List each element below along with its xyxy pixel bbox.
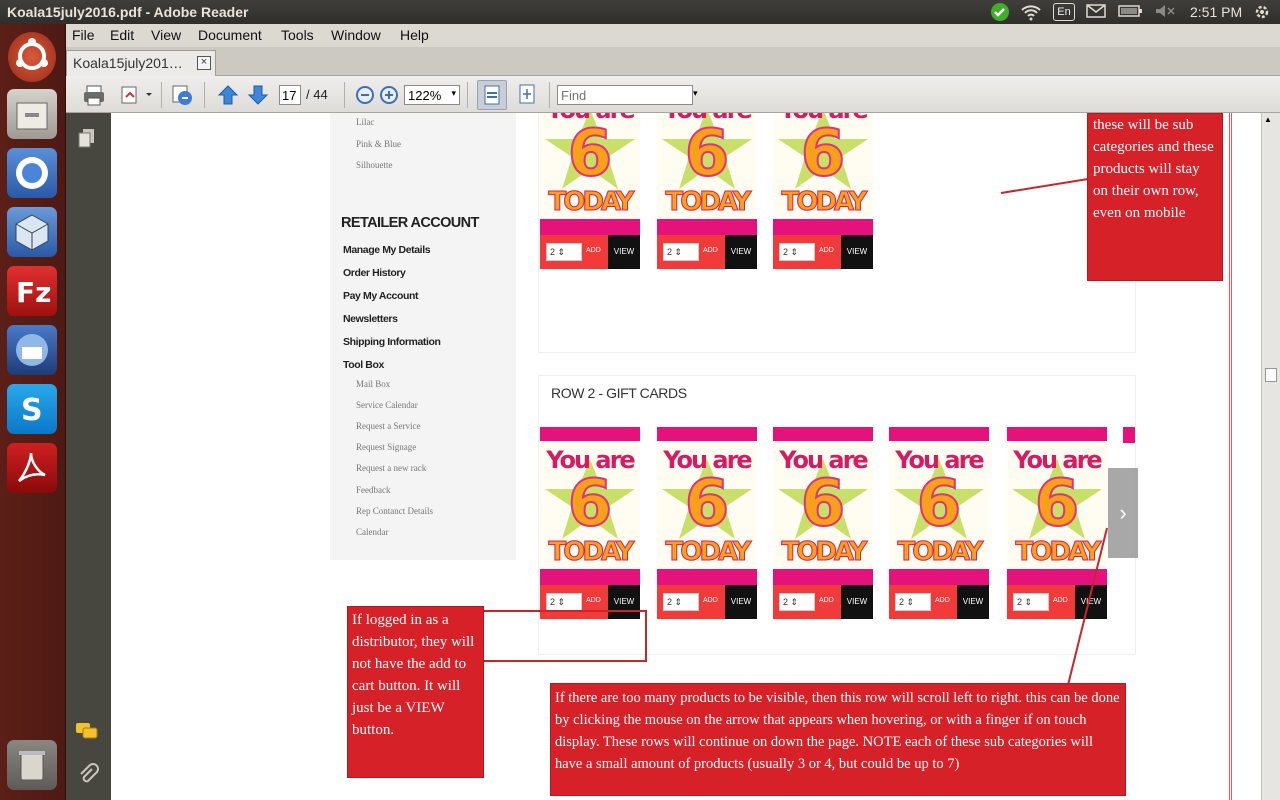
settings-gear-icon[interactable] (1253, 3, 1273, 21)
svg-text:Fz: Fz (16, 276, 51, 309)
annotation-note-scroll: If there are too many products to be vis… (550, 683, 1126, 796)
keyboard-layout-indicator[interactable]: En (1053, 3, 1075, 21)
navigation-pane (66, 113, 111, 800)
attachments-paperclip-icon[interactable] (77, 761, 99, 788)
page-total-label: / 44 (306, 87, 328, 102)
fit-width-icon[interactable] (477, 80, 507, 110)
vertical-scrollbar[interactable]: ▲ (1261, 113, 1280, 800)
zoom-out-icon[interactable] (353, 83, 377, 107)
page-thumbnails-icon[interactable] (77, 127, 97, 152)
fit-page-icon[interactable] (515, 82, 539, 106)
find-dropdown-icon[interactable]: ▾ (693, 88, 698, 99)
zoom-level-select[interactable]: 122% ▾ (404, 85, 460, 105)
launcher: Fz S (0, 24, 66, 800)
document-tab-label: Koala15july201… (73, 55, 183, 71)
virtualbox-icon[interactable] (7, 207, 57, 257)
update-check-icon[interactable] (990, 3, 1010, 21)
tab-close-button[interactable]: × (197, 56, 211, 70)
trash-icon[interactable] (7, 740, 57, 790)
menu-document[interactable]: Document (198, 27, 262, 43)
zoom-level-value: 122% (408, 88, 442, 103)
menu-help[interactable]: Help (400, 27, 429, 43)
scroll-up-icon[interactable]: ▲ (1264, 115, 1272, 124)
battery-icon[interactable] (1118, 3, 1144, 21)
clock[interactable]: 2:51 PM (1190, 4, 1242, 22)
chromium-icon[interactable] (7, 148, 57, 198)
adobe-reader-icon[interactable] (7, 443, 57, 493)
window-title: Koala15july2016.pdf - Adobe Reader (7, 4, 249, 20)
comments-icon[interactable] (75, 721, 99, 744)
page-number-input[interactable] (279, 85, 301, 105)
annotation-note-top: these will be sub categories and these p… (1087, 113, 1223, 281)
filezilla-icon[interactable]: Fz (7, 266, 57, 316)
svg-text:S: S (21, 393, 43, 428)
print-icon[interactable] (82, 83, 106, 107)
menu-file[interactable]: File (72, 27, 95, 43)
previous-page-arrow-icon[interactable] (216, 83, 240, 107)
next-page-arrow-icon[interactable] (246, 83, 270, 107)
menu-edit[interactable]: Edit (110, 27, 134, 43)
menu-view[interactable]: View (151, 27, 181, 43)
skype-icon[interactable]: S (7, 384, 57, 434)
scrollbar-thumb[interactable] (1265, 368, 1277, 382)
top-panel: Koala15july2016.pdf - Adobe Reader En 2:… (0, 0, 1280, 24)
menu-window[interactable]: Window (331, 27, 381, 43)
menu-tools[interactable]: Tools (281, 27, 314, 43)
share-dropdown-icon[interactable] (118, 83, 154, 107)
find-input[interactable] (557, 85, 693, 105)
volume-muted-icon[interactable] (1154, 3, 1176, 21)
toolbar: / 44 122% ▾ ▾ (66, 76, 1280, 113)
document-tab[interactable]: Koala15july201… × (66, 50, 216, 76)
files-icon[interactable] (7, 89, 57, 139)
ubuntu-dash-icon[interactable] (8, 32, 56, 82)
mail-icon[interactable] (1086, 3, 1108, 21)
chevron-down-icon: ▾ (451, 88, 456, 98)
tab-bar: Koala15july201… × (66, 47, 1280, 76)
annotation-note-distributor: If logged in as a distributor, they will… (347, 606, 484, 778)
thunderbird-icon[interactable] (7, 325, 57, 375)
create-pdf-icon[interactable] (170, 83, 194, 107)
document-view[interactable]: Lilac Pink & Blue Silhouette RETAILER AC… (111, 113, 1261, 800)
wifi-icon[interactable] (1020, 3, 1042, 21)
menu-bar: File Edit View Document Tools Window Hel… (66, 24, 1280, 47)
zoom-in-icon[interactable] (377, 83, 401, 107)
